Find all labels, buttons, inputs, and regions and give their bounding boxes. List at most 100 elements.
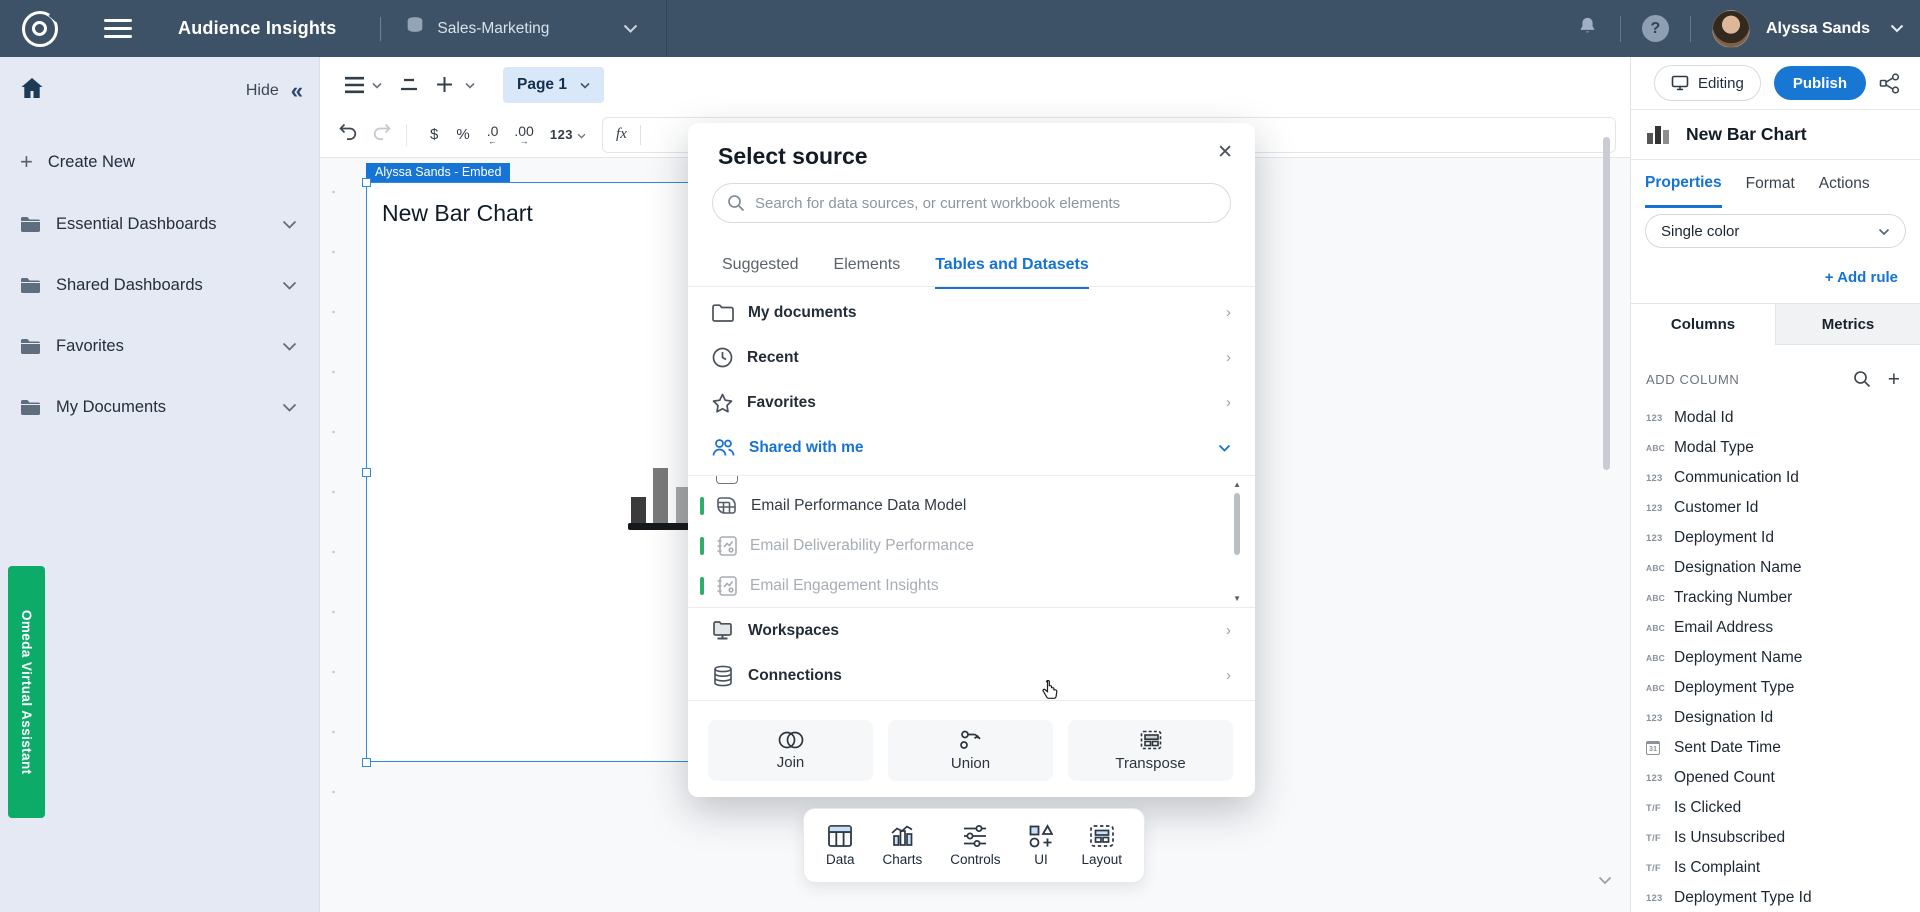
currency-format-button[interactable]: $ bbox=[430, 126, 438, 143]
scroll-down-chevron-icon[interactable] bbox=[1598, 872, 1612, 890]
redo-icon[interactable] bbox=[372, 123, 392, 146]
column-list-item[interactable]: Modal Type bbox=[1631, 433, 1920, 463]
column-list-item[interactable]: Deployment Type Id bbox=[1631, 883, 1920, 912]
share-network-icon[interactable] bbox=[1879, 73, 1900, 94]
union-icon bbox=[960, 730, 982, 750]
selection-handle[interactable] bbox=[362, 178, 371, 187]
dock-controls-button[interactable]: Controls bbox=[950, 824, 1000, 867]
percent-format-button[interactable]: % bbox=[456, 126, 469, 143]
nav-recent[interactable]: Recent › bbox=[688, 335, 1255, 380]
decrease-decimals-button[interactable]: .0← bbox=[487, 124, 499, 146]
chevron-down-icon[interactable] bbox=[282, 338, 297, 356]
search-icon[interactable] bbox=[1853, 370, 1871, 388]
number-format-button[interactable]: 123 bbox=[550, 126, 586, 144]
home-icon[interactable] bbox=[20, 77, 44, 105]
help-icon[interactable]: ? bbox=[1642, 15, 1669, 42]
element-list-icon[interactable] bbox=[344, 76, 368, 94]
dock-charts-button[interactable]: Charts bbox=[882, 824, 922, 867]
column-list-item[interactable]: Opened Count bbox=[1631, 763, 1920, 793]
nav-my-documents[interactable]: My documents › bbox=[688, 290, 1255, 335]
shared-item[interactable]: Email Performance Data Model bbox=[688, 486, 1228, 526]
hide-sidebar-button[interactable]: Hide « bbox=[246, 80, 303, 102]
sublist-scrollbar-thumb[interactable] bbox=[1234, 493, 1240, 555]
chevron-down-icon[interactable] bbox=[282, 216, 297, 234]
shared-item[interactable]: Email Engagement Insights bbox=[688, 566, 1228, 606]
star-icon bbox=[712, 393, 733, 413]
dock-layout-button[interactable]: Layout bbox=[1081, 824, 1122, 867]
chevron-down-icon[interactable] bbox=[282, 277, 297, 295]
data-table-icon bbox=[827, 824, 853, 848]
column-list: Modal Id Modal Type Communication Id Cus… bbox=[1631, 403, 1920, 912]
editing-mode-button[interactable]: Editing bbox=[1654, 65, 1761, 101]
page-tab[interactable]: Page 1 bbox=[503, 67, 604, 103]
user-menu-chevron-down-icon[interactable] bbox=[1890, 20, 1904, 38]
column-list-item[interactable]: Is Clicked bbox=[1631, 793, 1920, 823]
column-list-item[interactable]: Designation Id bbox=[1631, 703, 1920, 733]
dock-data-button[interactable]: Data bbox=[826, 824, 855, 867]
sidebar-folder-item[interactable]: Essential Dashboards bbox=[0, 194, 319, 255]
canvas-scrollbar-thumb[interactable] bbox=[1603, 137, 1610, 470]
color-mode-select[interactable]: Single color bbox=[1645, 214, 1906, 248]
tab-tables-and-datasets[interactable]: Tables and Datasets bbox=[935, 256, 1089, 289]
increase-decimals-button[interactable]: .00→ bbox=[514, 124, 533, 146]
chevron-down-icon[interactable] bbox=[372, 76, 382, 94]
subtab-metrics[interactable]: Metrics bbox=[1776, 304, 1920, 345]
sidebar-folder-item[interactable]: My Documents bbox=[0, 377, 319, 438]
subtab-columns[interactable]: Columns bbox=[1631, 304, 1776, 345]
scroll-down-arrow-icon[interactable]: ▼ bbox=[1233, 594, 1241, 603]
virtual-assistant-tab[interactable]: Omeda Virtual Assistant bbox=[8, 566, 45, 818]
tab-format[interactable]: Format bbox=[1746, 160, 1795, 208]
column-list-item[interactable]: Modal Id bbox=[1631, 403, 1920, 433]
dock-ui-button[interactable]: UI bbox=[1028, 824, 1053, 867]
column-list-item[interactable]: Communication Id bbox=[1631, 463, 1920, 493]
add-column-plus-icon[interactable]: + bbox=[1888, 369, 1900, 390]
notifications-bell-icon[interactable] bbox=[1576, 15, 1599, 43]
selection-handle[interactable] bbox=[362, 468, 371, 477]
close-icon[interactable]: ✕ bbox=[1217, 143, 1233, 162]
outline-icon[interactable] bbox=[400, 78, 418, 92]
tab-actions[interactable]: Actions bbox=[1819, 160, 1870, 208]
column-list-item[interactable]: Is Complaint bbox=[1631, 853, 1920, 883]
tab-properties[interactable]: Properties bbox=[1645, 160, 1722, 208]
sidebar-folder-item[interactable]: Favorites bbox=[0, 316, 319, 377]
join-button[interactable]: Join bbox=[708, 720, 873, 781]
sidebar-folder-item[interactable]: Shared Dashboards bbox=[0, 255, 319, 316]
column-list-item[interactable]: Is Unsubscribed bbox=[1631, 823, 1920, 853]
hide-label: Hide bbox=[246, 82, 279, 100]
column-list-item[interactable]: Deployment Name bbox=[1631, 643, 1920, 673]
column-list-item[interactable]: Designation Name bbox=[1631, 553, 1920, 583]
add-rule-link[interactable]: + Add rule bbox=[1631, 248, 1920, 286]
undo-icon[interactable] bbox=[338, 123, 358, 146]
main-menu-icon[interactable] bbox=[104, 14, 132, 43]
column-list-item[interactable]: Customer Id bbox=[1631, 493, 1920, 523]
column-list-item[interactable]: Sent Date Time bbox=[1631, 733, 1920, 763]
shared-item[interactable]: Email Deliverability Performance bbox=[688, 526, 1228, 566]
add-element-icon[interactable] bbox=[436, 76, 453, 93]
tab-elements[interactable]: Elements bbox=[834, 256, 901, 286]
scroll-up-arrow-icon[interactable]: ▲ bbox=[1233, 480, 1241, 489]
user-name[interactable]: Alyssa Sands bbox=[1766, 20, 1870, 38]
topbar-divider bbox=[1620, 16, 1621, 42]
nav-favorites[interactable]: Favorites › bbox=[688, 380, 1255, 425]
column-list-item[interactable]: Deployment Type bbox=[1631, 673, 1920, 703]
union-button[interactable]: Union bbox=[888, 720, 1053, 781]
clock-icon bbox=[712, 347, 733, 368]
column-list-item[interactable]: Deployment Id bbox=[1631, 523, 1920, 553]
transpose-button[interactable]: Transpose bbox=[1068, 720, 1233, 781]
chevron-down-icon[interactable] bbox=[465, 76, 475, 94]
source-search-input[interactable] bbox=[712, 183, 1231, 223]
create-new-button[interactable]: + Create New bbox=[0, 151, 319, 173]
omeda-logo-icon[interactable] bbox=[22, 11, 58, 47]
column-list-item[interactable]: Tracking Number bbox=[1631, 583, 1920, 613]
chevron-down-icon[interactable] bbox=[282, 399, 297, 417]
nav-connections[interactable]: Connections › bbox=[688, 653, 1255, 698]
publish-button[interactable]: Publish bbox=[1774, 66, 1866, 100]
workbook-name[interactable]: Sales-Marketing bbox=[437, 20, 549, 38]
workbook-chevron-down-icon[interactable] bbox=[623, 20, 638, 38]
nav-workspaces[interactable]: Workspaces › bbox=[688, 608, 1255, 653]
nav-shared-with-me[interactable]: Shared with me bbox=[688, 425, 1255, 470]
selection-handle[interactable] bbox=[362, 758, 371, 767]
user-avatar[interactable] bbox=[1712, 10, 1750, 48]
column-list-item[interactable]: Email Address bbox=[1631, 613, 1920, 643]
tab-suggested[interactable]: Suggested bbox=[722, 256, 799, 286]
